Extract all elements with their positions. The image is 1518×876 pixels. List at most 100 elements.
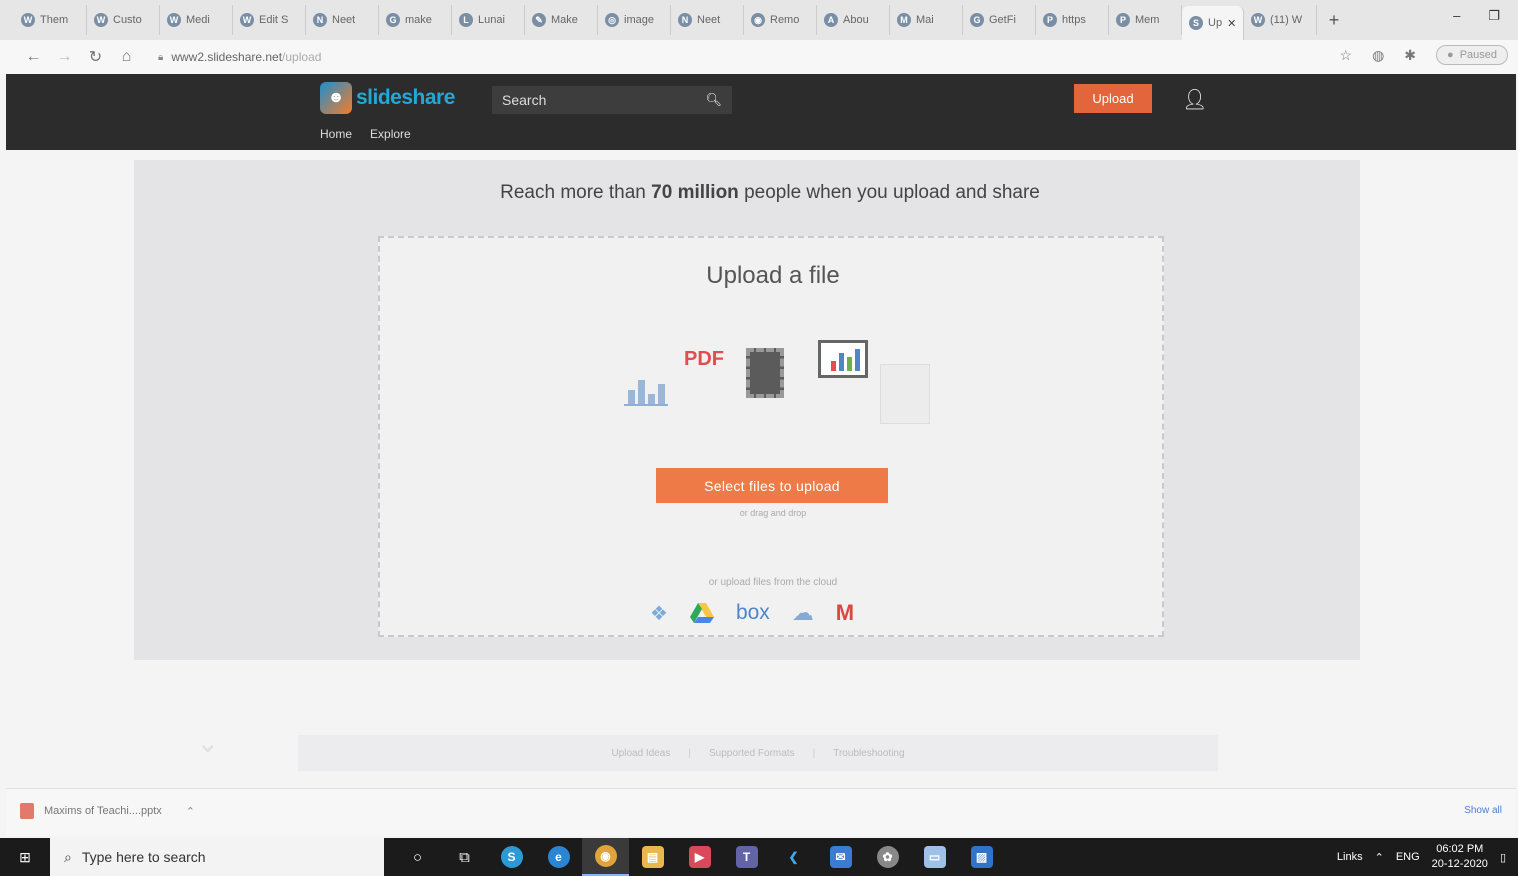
restore-button[interactable]: ❐ xyxy=(1488,8,1500,24)
windows-taskbar: ⊞ ⌕ ○ ⧉ S e ◉ ▤ ▶ T ❮ ✉ ✿ ▭ ▨ Links ⌃ EN… xyxy=(0,838,1518,876)
google-drive-icon[interactable] xyxy=(689,603,714,623)
dropbox-icon[interactable]: ❖ xyxy=(650,601,668,626)
cloud-upload-hint: or upload files from the cloud xyxy=(708,577,838,588)
task-view-icon[interactable]: ⧉ xyxy=(441,838,488,876)
skype-icon[interactable]: S xyxy=(488,838,535,876)
cortana-icon[interactable]: ○ xyxy=(394,838,441,876)
browser-tab[interactable]: S Up ✕ xyxy=(1182,6,1244,40)
search-input[interactable] xyxy=(502,92,706,108)
browser-tab[interactable]: ◎ image xyxy=(598,5,671,35)
onedrive-icon[interactable]: ☁ xyxy=(792,600,814,626)
teams-icon[interactable]: T xyxy=(723,838,770,876)
video-file-icon xyxy=(746,348,784,398)
gmail-icon[interactable]: M xyxy=(836,600,854,626)
browser-tab[interactable]: W Edit S xyxy=(233,5,306,35)
box-icon[interactable]: box xyxy=(736,601,770,625)
browser-tab-label: image xyxy=(624,14,654,26)
pptx-file-icon xyxy=(20,803,34,819)
clock[interactable]: 06:02 PM 20-12-2020 xyxy=(1432,842,1488,872)
slideshare-logo[interactable]: ☻ slideshare xyxy=(320,82,455,114)
upload-dropzone[interactable]: Upload a file PDF Select files to upload… xyxy=(378,236,1164,637)
extension-badge-icon[interactable]: ◍ xyxy=(1372,47,1384,64)
browser-tab-label: Neet xyxy=(697,14,721,26)
browser-tab[interactable]: W Medi xyxy=(160,5,233,35)
paint-icon[interactable]: ✿ xyxy=(864,838,911,876)
close-tab-icon[interactable]: ✕ xyxy=(1227,17,1236,30)
browser-tab[interactable]: ✎ Make xyxy=(525,5,598,35)
browser-tab[interactable]: ◉ Remo xyxy=(744,5,817,35)
media-app-icon[interactable]: ▶ xyxy=(676,838,723,876)
user-icon[interactable]: 👤︎ xyxy=(1182,87,1207,112)
image-icon: L xyxy=(459,13,473,27)
chevron-up-icon[interactable]: ⌃ xyxy=(1375,851,1384,864)
taskbar-search-input[interactable] xyxy=(81,849,384,865)
browser-tab-label: make xyxy=(405,14,432,26)
nav-explore[interactable]: Explore xyxy=(370,127,411,141)
mail-icon: G xyxy=(970,13,984,27)
extensions-puzzle-icon[interactable]: ✱ xyxy=(1404,47,1416,64)
note-icon: N xyxy=(678,13,692,27)
select-files-button[interactable]: Select files to upload xyxy=(656,468,888,503)
browser-tab[interactable]: P Mem xyxy=(1109,5,1182,35)
link-troubleshooting[interactable]: Troubleshooting xyxy=(833,748,904,759)
note-icon: N xyxy=(313,13,327,27)
browser-tab[interactable]: W Custo xyxy=(87,5,160,35)
browser-tab-label: Medi xyxy=(186,14,210,26)
tagline-pre: Reach more than xyxy=(500,182,652,203)
chrome-icon[interactable]: ◉ xyxy=(582,838,629,876)
link-upload-ideas[interactable]: Upload Ideas xyxy=(611,748,670,759)
language-indicator[interactable]: ENG xyxy=(1396,851,1420,863)
browser-tab[interactable]: M Mai xyxy=(890,5,963,35)
eye-icon: ◉ xyxy=(751,13,765,27)
browser-tab[interactable]: W Them xyxy=(14,5,87,35)
tagline-bold: 70 million xyxy=(651,182,739,203)
edge-icon[interactable]: e xyxy=(535,838,582,876)
browser-tab[interactable]: G GetFi xyxy=(963,5,1036,35)
header-upload-button[interactable]: Upload xyxy=(1074,84,1152,113)
browser-tab-label: Edit S xyxy=(259,14,289,26)
browser-tab-label: GetFi xyxy=(989,14,1016,26)
browser-tab[interactable]: L Lunai xyxy=(452,5,525,35)
show-all-downloads[interactable]: Show all xyxy=(1464,805,1502,816)
reload-icon[interactable]: ↻ xyxy=(80,47,111,67)
windows-start-icon[interactable]: ⊞ xyxy=(0,838,50,876)
window-controls: – ❐ xyxy=(1453,8,1500,24)
slideshare-logo-icon: ☻ xyxy=(320,82,352,114)
file-explorer-icon[interactable]: ▤ xyxy=(629,838,676,876)
browser-tab[interactable]: N Neet xyxy=(671,5,744,35)
nav-home[interactable]: Home xyxy=(320,127,352,141)
profile-button[interactable]: ● Paused xyxy=(1436,45,1508,65)
page-icon: A xyxy=(824,13,838,27)
chevron-up-icon[interactable]: ⌃ xyxy=(186,805,195,818)
vscode-icon[interactable]: ❮ xyxy=(770,838,817,876)
notepad-icon[interactable]: ▭ xyxy=(911,838,958,876)
cloud-sources: ❖ box ☁ M xyxy=(650,600,854,626)
mail-icon[interactable]: ✉ xyxy=(817,838,864,876)
url-field[interactable]: 🔒︎ www2.slideshare.net/upload xyxy=(158,50,1258,64)
clock-date: 20-12-2020 xyxy=(1431,858,1488,870)
download-file-name: Maxims of Teachi....pptx xyxy=(44,805,162,817)
notification-icon[interactable]: ▯ xyxy=(1500,851,1506,864)
browser-tab[interactable]: Gmake xyxy=(379,5,452,35)
browser-tab[interactable]: Phttps xyxy=(1036,5,1109,35)
home-icon[interactable]: ⌂ xyxy=(111,48,142,66)
download-item[interactable]: Maxims of Teachi....pptx ⌃ xyxy=(20,803,195,819)
bookmark-star-icon[interactable]: ☆ xyxy=(1340,47,1353,64)
browser-tab[interactable]: A Abou xyxy=(817,5,890,35)
photos-icon[interactable]: ▨ xyxy=(958,838,1005,876)
link-supported-formats[interactable]: Supported Formats xyxy=(709,748,795,759)
forward-arrow-icon[interactable]: → xyxy=(49,48,80,66)
system-tray: Links ⌃ ENG 06:02 PM 20-12-2020 ▯ xyxy=(1337,838,1506,876)
slideshare-icon: S xyxy=(1189,16,1203,30)
browser-tab[interactable]: W (11) W xyxy=(1244,5,1317,35)
tray-links[interactable]: Links xyxy=(1337,851,1363,863)
lock-icon: 🔒︎ xyxy=(158,51,164,63)
search-icon[interactable]: 🔍︎ xyxy=(705,92,722,108)
browser-tab[interactable]: N Neet xyxy=(306,5,379,35)
minimize-button[interactable]: – xyxy=(1453,8,1460,24)
new-tab-button[interactable]: + xyxy=(1317,10,1351,31)
taskbar-search[interactable]: ⌕ xyxy=(50,838,384,876)
back-arrow-icon[interactable]: ← xyxy=(18,48,49,66)
divider: | xyxy=(812,747,816,759)
google-icon: G xyxy=(386,13,400,27)
